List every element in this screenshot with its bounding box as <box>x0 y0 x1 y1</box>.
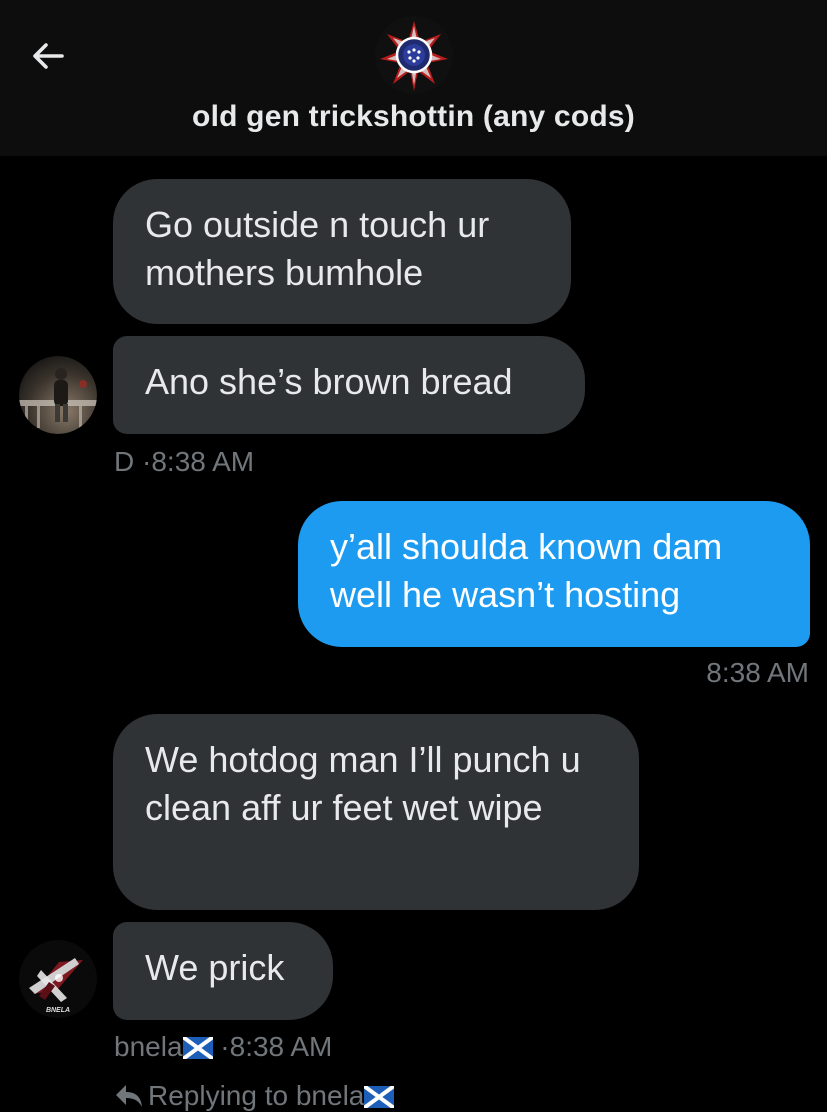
conversation-header: old gen trickshottin (any cods) <box>0 0 827 156</box>
meta-separator: · <box>142 446 152 477</box>
meta-separator: · <box>220 1031 230 1062</box>
message-bubble-received[interactable]: We prick <box>113 922 333 1020</box>
replying-to-indicator: Replying to bnela <box>114 1080 395 1112</box>
arrow-left-icon <box>33 43 64 69</box>
message-time: 8:38 AM <box>151 446 255 477</box>
user-photo-icon <box>19 356 97 434</box>
sender-avatar-d[interactable] <box>19 356 97 434</box>
avatar-label: BNELA <box>46 1007 70 1014</box>
conversation-title[interactable]: old gen trickshottin (any cods) <box>0 100 827 134</box>
scotland-flag-icon <box>182 1037 213 1059</box>
scotland-flag-icon <box>364 1086 395 1108</box>
message-meta: bnela ·8:38 AM <box>114 1031 332 1063</box>
reply-arrow-icon <box>116 1085 142 1107</box>
message-bubble-received[interactable]: Go outside n touch ur mothers bumhole <box>113 179 571 324</box>
group-avatar[interactable] <box>375 16 453 94</box>
star-badge-icon <box>375 16 453 94</box>
message-time-sent: 8:38 AM <box>706 657 809 688</box>
sender-avatar-bnela[interactable]: BNELA <box>19 940 97 1018</box>
sender-name[interactable]: bnela <box>114 1031 183 1062</box>
sender-name[interactable]: D <box>114 446 134 477</box>
message-bubble-received[interactable]: Ano she’s brown bread <box>113 336 585 434</box>
message-bubble-received[interactable]: We hotdog man I’ll punch u clean aff ur … <box>113 714 639 910</box>
back-button[interactable] <box>22 30 74 82</box>
message-time: 8:38 AM <box>229 1031 333 1062</box>
user-logo-icon: BNELA <box>19 940 97 1018</box>
message-meta: D ·8:38 AM <box>114 446 254 478</box>
message-bubble-sent[interactable]: y’all shoulda known dam well he wasn’t h… <box>298 501 810 647</box>
replying-to-text: Replying to bnela <box>148 1080 365 1111</box>
